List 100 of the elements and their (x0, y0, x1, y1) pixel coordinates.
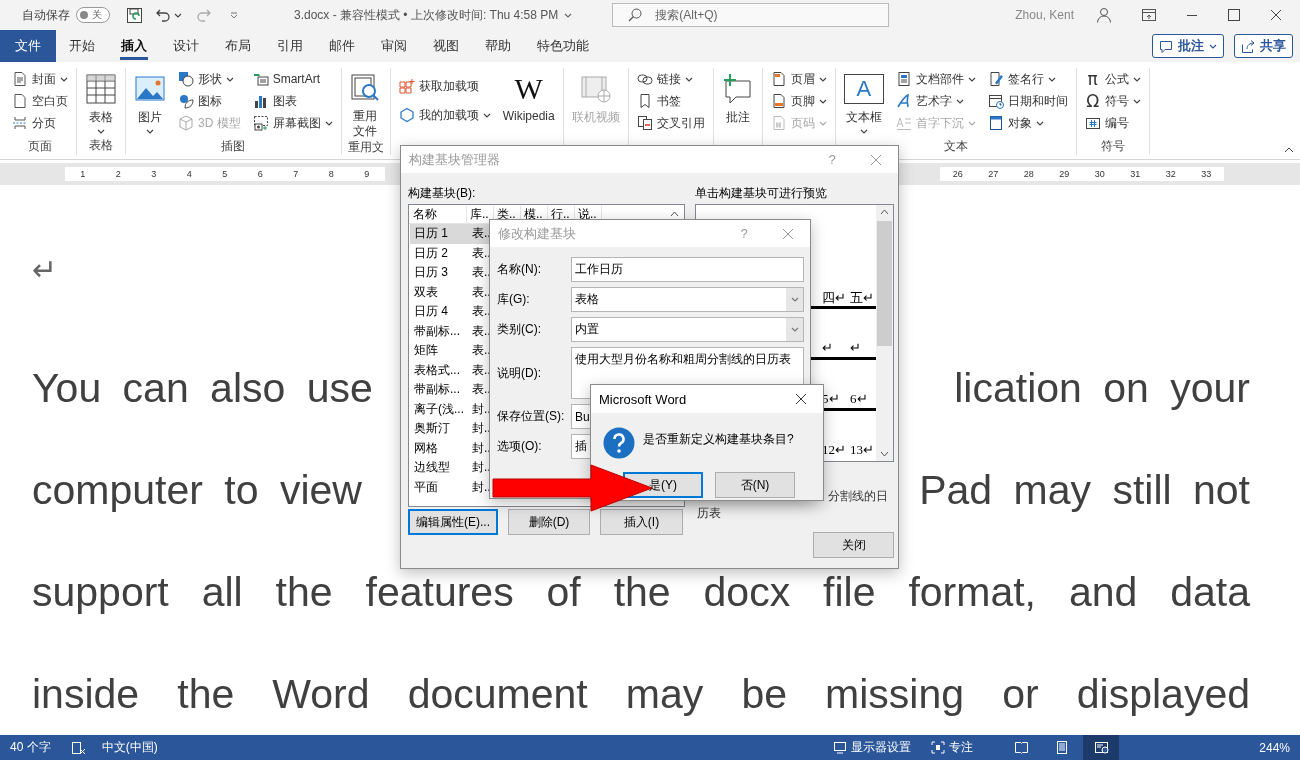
page-break-icon (12, 115, 28, 131)
question-icon (603, 427, 635, 459)
share-button[interactable]: 共享 (1234, 34, 1293, 58)
ribbon-button[interactable]: Ω 符号 (1082, 90, 1143, 112)
redo-icon (196, 7, 212, 23)
preview-text: 6↵ (850, 391, 869, 408)
ribbon-button[interactable]: 书签 (634, 90, 707, 112)
view-button[interactable] (1083, 735, 1120, 760)
ribbon-tab[interactable]: 邮件 (316, 30, 368, 62)
table-icon (85, 73, 117, 105)
ribbon-button[interactable]: 艺术字 (893, 90, 978, 112)
add-ins-grid-icon (398, 78, 415, 94)
ribbon-button[interactable]: 页脚 (768, 90, 829, 112)
web-layout-icon (1093, 740, 1109, 755)
ribbon-button[interactable]: 空白页 (10, 90, 70, 112)
field-label: 保存位置(S): (497, 408, 566, 425)
ribbon-button[interactable]: 链接 (634, 68, 707, 90)
share-icon (1241, 39, 1255, 53)
column-header[interactable]: 名称 (409, 205, 467, 223)
ribbon-tab[interactable]: 视图 (420, 30, 472, 62)
group-label: 表格 (88, 137, 114, 154)
ribbon-tab[interactable]: 特色功能 (524, 30, 602, 62)
ribbon-tab[interactable]: 开始 (56, 30, 108, 62)
search-icon (628, 8, 643, 22)
user-name: Zhou, Kent (1015, 8, 1074, 22)
ribbon-button[interactable]: 形状 (176, 68, 243, 90)
account-icon (1096, 7, 1112, 23)
description-text: 历表 (697, 505, 722, 522)
dropdown-field[interactable]: 表格 (571, 287, 804, 312)
comments-button[interactable]: 批注 (1152, 34, 1224, 58)
header-icon (770, 71, 787, 87)
ribbon-tab[interactable]: 布局 (212, 30, 264, 62)
ribbon-button[interactable]: 封面 (10, 68, 70, 90)
message-text: 是否重新定义构建基块条目? (643, 430, 794, 448)
ribbon-button[interactable]: 图表 (250, 90, 335, 112)
ribbon-tab[interactable]: 引用 (264, 30, 316, 62)
group-label: 重用文 (347, 139, 384, 156)
search-field[interactable]: 搜索(Alt+Q) (612, 3, 890, 27)
ruler-number: 8 (328, 169, 334, 179)
word-count[interactable]: 40 个字 (10, 739, 51, 756)
close-icon (782, 227, 794, 240)
shapes-icon (178, 71, 194, 87)
ribbon-button[interactable]: 对象 (985, 112, 1070, 134)
field-label: 说明(D): (497, 364, 542, 382)
ribbon-tab[interactable]: 帮助 (472, 30, 524, 62)
ribbon-button[interactable]: 日期和时间 (985, 90, 1070, 112)
file-tab[interactable]: 文件 (0, 30, 56, 62)
dropdown-field[interactable]: 内置 (571, 317, 804, 342)
zoom-level[interactable]: 244% (1259, 740, 1290, 755)
ribbon-button[interactable]: 编号 (1082, 112, 1143, 134)
ribbon-button[interactable]: 图标 (176, 90, 243, 112)
ribbon-button[interactable]: 签名行 (985, 68, 1070, 90)
dialog-button[interactable]: 编辑属性(E)... (408, 509, 498, 535)
ribbon-button[interactable]: 分页 (10, 112, 70, 134)
preview-text: ↵ (822, 340, 834, 357)
bar-chart-icon (252, 93, 269, 109)
ruler-number: 2 (115, 169, 121, 179)
ribbon-button[interactable]: SmartArt (250, 68, 335, 90)
ruler-number: 30 (1094, 169, 1105, 179)
ribbon-button[interactable]: 屏幕截图 (250, 112, 335, 134)
ruler-number: 29 (1059, 169, 1070, 179)
ribbon-tab[interactable]: 审阅 (368, 30, 420, 62)
cross-reference-icon (636, 115, 653, 131)
ribbon-button[interactable]: 获取加载项 (396, 75, 493, 97)
link-icon (636, 71, 653, 87)
ribbon-button[interactable]: 页眉 (768, 68, 829, 90)
ribbon-button[interactable]: 批注 (719, 68, 756, 137)
cover-page-icon (12, 71, 28, 87)
ribbon-button[interactable]: 我的加载项 (396, 104, 493, 126)
object-icon (987, 115, 1004, 131)
autosave-toggle[interactable]: 关 (76, 7, 110, 23)
ribbon-tab[interactable]: 插入 (108, 30, 160, 62)
ribbon-tab[interactable]: 设计 (160, 30, 212, 62)
close-dialog-button[interactable]: 关闭 (813, 532, 894, 558)
language[interactable]: 中文(中国) (101, 739, 158, 756)
ribbon-button[interactable]: 交叉引用 (634, 112, 707, 134)
comment-plus-icon (721, 73, 754, 105)
ruler-number: 33 (1201, 169, 1212, 179)
ribbon-button[interactable]: A 文本框 (841, 68, 886, 138)
ribbon-button[interactable]: 图片 (132, 68, 168, 138)
dialog-button[interactable]: 否(N) (715, 472, 795, 498)
body-text: support all the features of the docx file format, and data (32, 572, 1250, 613)
ribbon-button[interactable]: W Wikipedia (500, 68, 557, 137)
ribbon-button[interactable]: 文档部件 (893, 68, 978, 90)
group-label: 页面 (27, 138, 53, 155)
film-icon (579, 73, 612, 105)
focus-button[interactable]: 专注 (931, 739, 974, 756)
ruler-number: 6 (257, 169, 263, 179)
screenshot-icon (252, 115, 269, 131)
ribbon-button[interactable]: π 公式 (1082, 68, 1143, 90)
scrollbar-thumb[interactable] (877, 221, 892, 346)
dialog-button[interactable]: 插入(I) (600, 509, 683, 535)
input-field[interactable]: 工作日历 (571, 257, 804, 282)
body-text: You can also use (32, 368, 373, 413)
dialog-button[interactable]: 删除(D) (508, 509, 590, 535)
caret-icon (564, 12, 573, 18)
ribbon-button[interactable]: 重用文件 (347, 68, 382, 139)
display-settings-button[interactable]: 显示器设置 (833, 739, 912, 756)
ribbon-button[interactable]: 表格 (83, 68, 119, 137)
close-icon (870, 153, 882, 166)
